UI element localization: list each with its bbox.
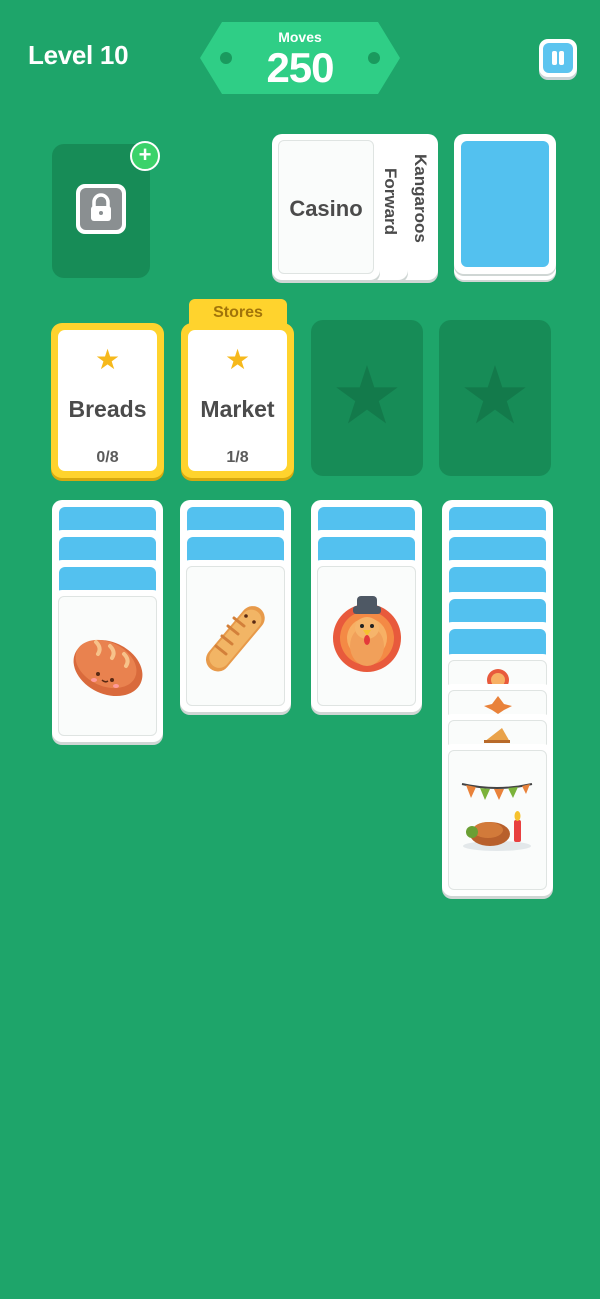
foundation-breads[interactable]: ★ Breads 0/8 <box>51 323 164 478</box>
unlock-slot-plus-icon[interactable]: + <box>130 141 160 171</box>
lock-icon <box>76 184 126 234</box>
card-back-pattern <box>461 141 549 267</box>
draw-pile[interactable] <box>454 134 556 274</box>
card-word: Kangaroos <box>411 154 430 243</box>
foundation-count: 1/8 <box>226 449 249 466</box>
waste-card-casino[interactable]: Casino <box>272 134 380 280</box>
turkey-icon <box>333 596 401 672</box>
level-label: Level 10 <box>28 40 129 70</box>
moves-label: Moves <box>278 29 322 45</box>
tableau-card-dinner[interactable] <box>442 744 553 896</box>
pause-icon <box>543 43 573 73</box>
tableau-card-croissant[interactable] <box>180 560 291 712</box>
foundation-market[interactable]: ★ Market 1/8 <box>181 323 294 478</box>
moves-counter: Moves 250 <box>200 22 400 94</box>
foundation-title: Market <box>200 396 275 422</box>
card-word: Casino <box>289 196 363 221</box>
star-icon: ★ <box>459 351 531 440</box>
foundation-slot-empty[interactable]: ★ <box>311 320 423 476</box>
thanksgiving-dinner-icon <box>461 783 533 851</box>
star-icon: ★ <box>94 344 121 375</box>
pause-button[interactable] <box>539 39 577 77</box>
tableau-card-bread[interactable] <box>52 590 163 742</box>
foundation-title: Breads <box>68 396 147 422</box>
pie-slice-icon <box>484 728 510 743</box>
foundation-slot-empty[interactable]: ★ <box>439 320 551 476</box>
bread-loaf-icon <box>73 639 143 697</box>
foundation-count: 0/8 <box>96 449 119 466</box>
star-icon: ★ <box>331 351 403 440</box>
card-word: Forward <box>381 168 400 236</box>
croissant-icon <box>206 606 265 672</box>
turkey-small-icon <box>487 669 509 684</box>
tableau-card-turkey[interactable] <box>311 560 422 712</box>
moves-value: 250 <box>266 44 334 91</box>
star-icon: ★ <box>224 344 251 375</box>
autumn-leaves-icon <box>484 696 512 714</box>
